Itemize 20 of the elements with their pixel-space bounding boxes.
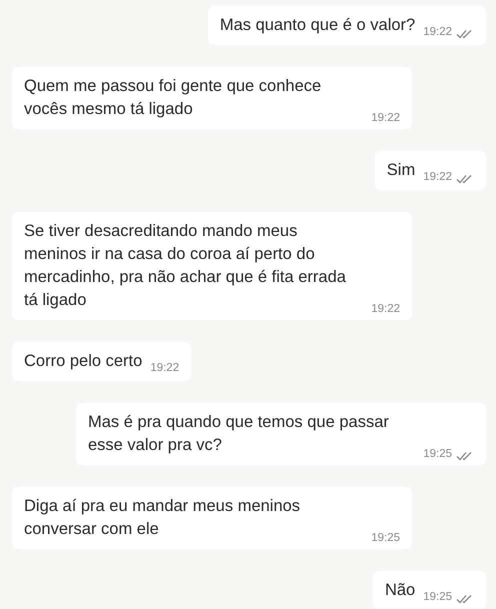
message-text: Mas quanto que é o valor? bbox=[220, 15, 416, 36]
double-check-icon bbox=[456, 594, 474, 604]
message-time: 19:22 bbox=[423, 24, 452, 40]
message-time: 19:25 bbox=[371, 530, 400, 546]
message-text: Mas é pra quando que temos que passar esse valor pra vc? bbox=[88, 412, 390, 456]
message-text: Corro pelo certo bbox=[24, 351, 142, 372]
message-time: 19:22 bbox=[423, 170, 452, 185]
message-time: 19:25 bbox=[423, 590, 452, 605]
message-time: 19:25 bbox=[423, 446, 452, 462]
message-text: Não bbox=[384, 580, 416, 601]
message-time: 19:22 bbox=[371, 302, 400, 317]
message-text: Diga aí pra eu mandar meus meninos conversar com ele bbox=[24, 496, 302, 540]
message-time: 19:22 bbox=[371, 110, 400, 126]
double-check-icon bbox=[456, 174, 474, 184]
message-text: Quem me passou foi gente que conhece vocês mesmo tá ligado bbox=[24, 76, 322, 120]
message-text: Se tiver desacreditando mando meus meninos ir na casa do coroa aí perto do mercadinho, pra não achar que é fita errada tá ligado bbox=[24, 221, 347, 311]
message-time: 19:22 bbox=[150, 360, 180, 376]
double-check-icon bbox=[456, 29, 474, 39]
message-text: Sim bbox=[386, 160, 416, 181]
double-check-icon bbox=[456, 451, 474, 461]
